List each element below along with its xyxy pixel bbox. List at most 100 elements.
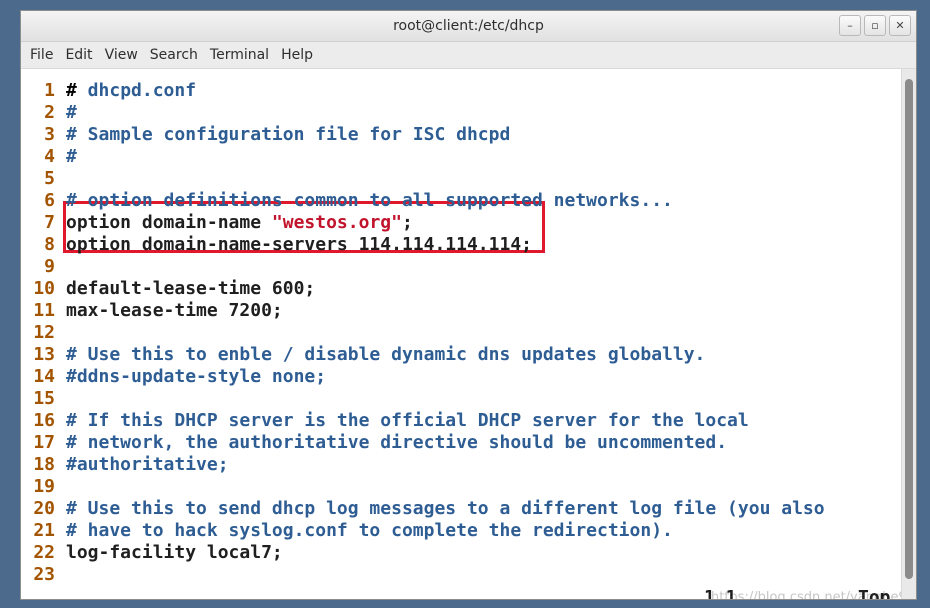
line-code: # dhcpd.conf [66, 80, 196, 102]
editor-line[interactable]: 14 #ddns-update-style none; [21, 366, 326, 388]
vim-editor-area[interactable]: https://blog.csdn.net/yanghe924 1,1 Top … [21, 69, 903, 600]
line-number: 5 [44, 168, 55, 189]
line-code: # have to hack syslog.conf to complete t… [66, 520, 673, 542]
editor-line[interactable]: 4 # [21, 146, 77, 168]
code-token: log-facility local7; [66, 542, 283, 563]
editor-line[interactable]: 11 max-lease-time 7200; [21, 300, 282, 322]
code-token: # network, the authoritative directive s… [66, 432, 728, 453]
line-code: # [66, 102, 77, 124]
line-number: 20 [33, 498, 55, 519]
menu-terminal[interactable]: Terminal [204, 47, 275, 63]
code-token: # If this DHCP server is the official DH… [66, 410, 749, 431]
line-code: # option definitions common to all suppo… [66, 190, 673, 212]
code-token: max-lease-time 7200; [66, 300, 283, 321]
text-cursor: # [66, 80, 77, 101]
close-button[interactable]: ✕ [889, 15, 911, 36]
editor-line[interactable]: 12 [21, 322, 55, 344]
code-token: # [66, 102, 77, 123]
line-number: 1 [44, 80, 55, 101]
line-code: # Use this to send dhcp log messages to … [66, 498, 825, 520]
menu-edit[interactable]: Edit [59, 47, 98, 63]
code-token: dhcpd.conf [76, 80, 197, 101]
line-number: 14 [33, 366, 55, 387]
terminal-window: root@client:/etc/dhcp – ▫ ✕ File Edit Vi… [20, 10, 917, 600]
line-code: # Use this to enble / disable dynamic dn… [66, 344, 705, 366]
code-token: # have to hack syslog.conf to complete t… [66, 520, 673, 541]
line-number: 18 [33, 454, 55, 475]
code-token: # [66, 146, 77, 167]
editor-line[interactable]: 16 # If this DHCP server is the official … [21, 410, 748, 432]
line-number: 15 [33, 388, 55, 409]
code-token: ; [401, 212, 413, 233]
code-token: option domain-name [66, 212, 272, 233]
title-bar[interactable]: root@client:/etc/dhcp – ▫ ✕ [21, 11, 916, 42]
menu-file[interactable]: File [24, 47, 59, 63]
editor-line[interactable]: 20 # Use this to send dhcp log messages t… [21, 498, 824, 520]
line-code: default-lease-time 600; [66, 278, 315, 300]
menu-help[interactable]: Help [275, 47, 319, 63]
editor-line[interactable]: 2 # [21, 102, 77, 124]
line-code: option domain-name-servers 114.114.114.1… [66, 234, 532, 256]
editor-line[interactable]: 1 # dhcpd.conf [21, 80, 196, 102]
editor-line[interactable]: 21 # have to hack syslog.conf to complete… [21, 520, 673, 542]
code-token: default-lease-time 600; [66, 278, 316, 299]
scroll-position: Top [858, 587, 891, 600]
line-number: 19 [33, 476, 55, 497]
line-code: max-lease-time 7200; [66, 300, 283, 322]
scrollbar-thumb[interactable] [905, 79, 913, 579]
line-code: # Sample configuration file for ISC dhcp… [66, 124, 510, 146]
line-code: #ddns-update-style none; [66, 366, 326, 388]
line-code: #authoritative; [66, 454, 229, 476]
editor-line[interactable]: 13 # Use this to enble / disable dynamic … [21, 344, 705, 366]
editor-line[interactable]: 3 # Sample configuration file for ISC dhc… [21, 124, 510, 146]
editor-line[interactable]: 5 [21, 168, 55, 190]
cursor-position: 1,1 [704, 587, 737, 600]
minimize-button[interactable]: – [839, 15, 861, 36]
editor-line[interactable]: 19 [21, 476, 55, 498]
editor-line[interactable]: 23 [21, 564, 55, 586]
menu-search[interactable]: Search [144, 47, 204, 63]
code-token: option domain-name-servers 114.114.114.1… [66, 234, 532, 255]
line-code: option domain-name "westos.org"; [66, 212, 413, 234]
line-code: # If this DHCP server is the official DH… [66, 410, 749, 432]
vertical-scrollbar[interactable] [901, 69, 916, 599]
menu-view[interactable]: View [99, 47, 144, 63]
line-number: 3 [44, 124, 55, 145]
line-number: 11 [33, 300, 55, 321]
line-number: 9 [44, 256, 55, 277]
editor-line[interactable]: 22 log-facility local7; [21, 542, 282, 564]
line-number: 6 [44, 190, 55, 211]
line-code: # [66, 146, 77, 168]
line-number: 2 [44, 102, 55, 123]
code-token: # Use this to send dhcp log messages to … [66, 498, 825, 519]
editor-line[interactable]: 17 # network, the authoritative directive… [21, 432, 727, 454]
code-token: # Use this to enble / disable dynamic dn… [66, 344, 706, 365]
line-number: 4 [44, 146, 55, 167]
line-number: 16 [33, 410, 55, 431]
line-number: 21 [33, 520, 55, 541]
editor-line[interactable]: 18 #authoritative; [21, 454, 228, 476]
line-number: 23 [33, 564, 55, 585]
line-number: 10 [33, 278, 55, 299]
line-code: log-facility local7; [66, 542, 283, 564]
editor-line[interactable]: 7 option domain-name "westos.org"; [21, 212, 413, 234]
line-number: 7 [44, 212, 55, 233]
window-title: root@client:/etc/dhcp [393, 18, 544, 34]
maximize-button[interactable]: ▫ [864, 15, 886, 36]
editor-line[interactable]: 15 [21, 388, 55, 410]
code-token: # option definitions common to all suppo… [66, 190, 673, 211]
window-controls: – ▫ ✕ [839, 15, 911, 36]
editor-line[interactable]: 10 default-lease-time 600; [21, 278, 315, 300]
code-token: #authoritative; [66, 454, 229, 475]
code-token: # Sample configuration file for ISC dhcp… [66, 124, 511, 145]
editor-line[interactable]: 9 [21, 256, 55, 278]
line-code: # network, the authoritative directive s… [66, 432, 727, 454]
menu-bar: File Edit View Search Terminal Help [21, 42, 916, 69]
editor-line[interactable]: 8 option domain-name-servers 114.114.114.… [21, 234, 532, 256]
line-number: 8 [44, 234, 55, 255]
editor-line[interactable]: 6 # option definitions common to all supp… [21, 190, 673, 212]
line-number: 13 [33, 344, 55, 365]
line-number: 12 [33, 322, 55, 343]
code-token: #ddns-update-style none; [66, 366, 327, 387]
code-token: "westos.org" [271, 212, 402, 233]
